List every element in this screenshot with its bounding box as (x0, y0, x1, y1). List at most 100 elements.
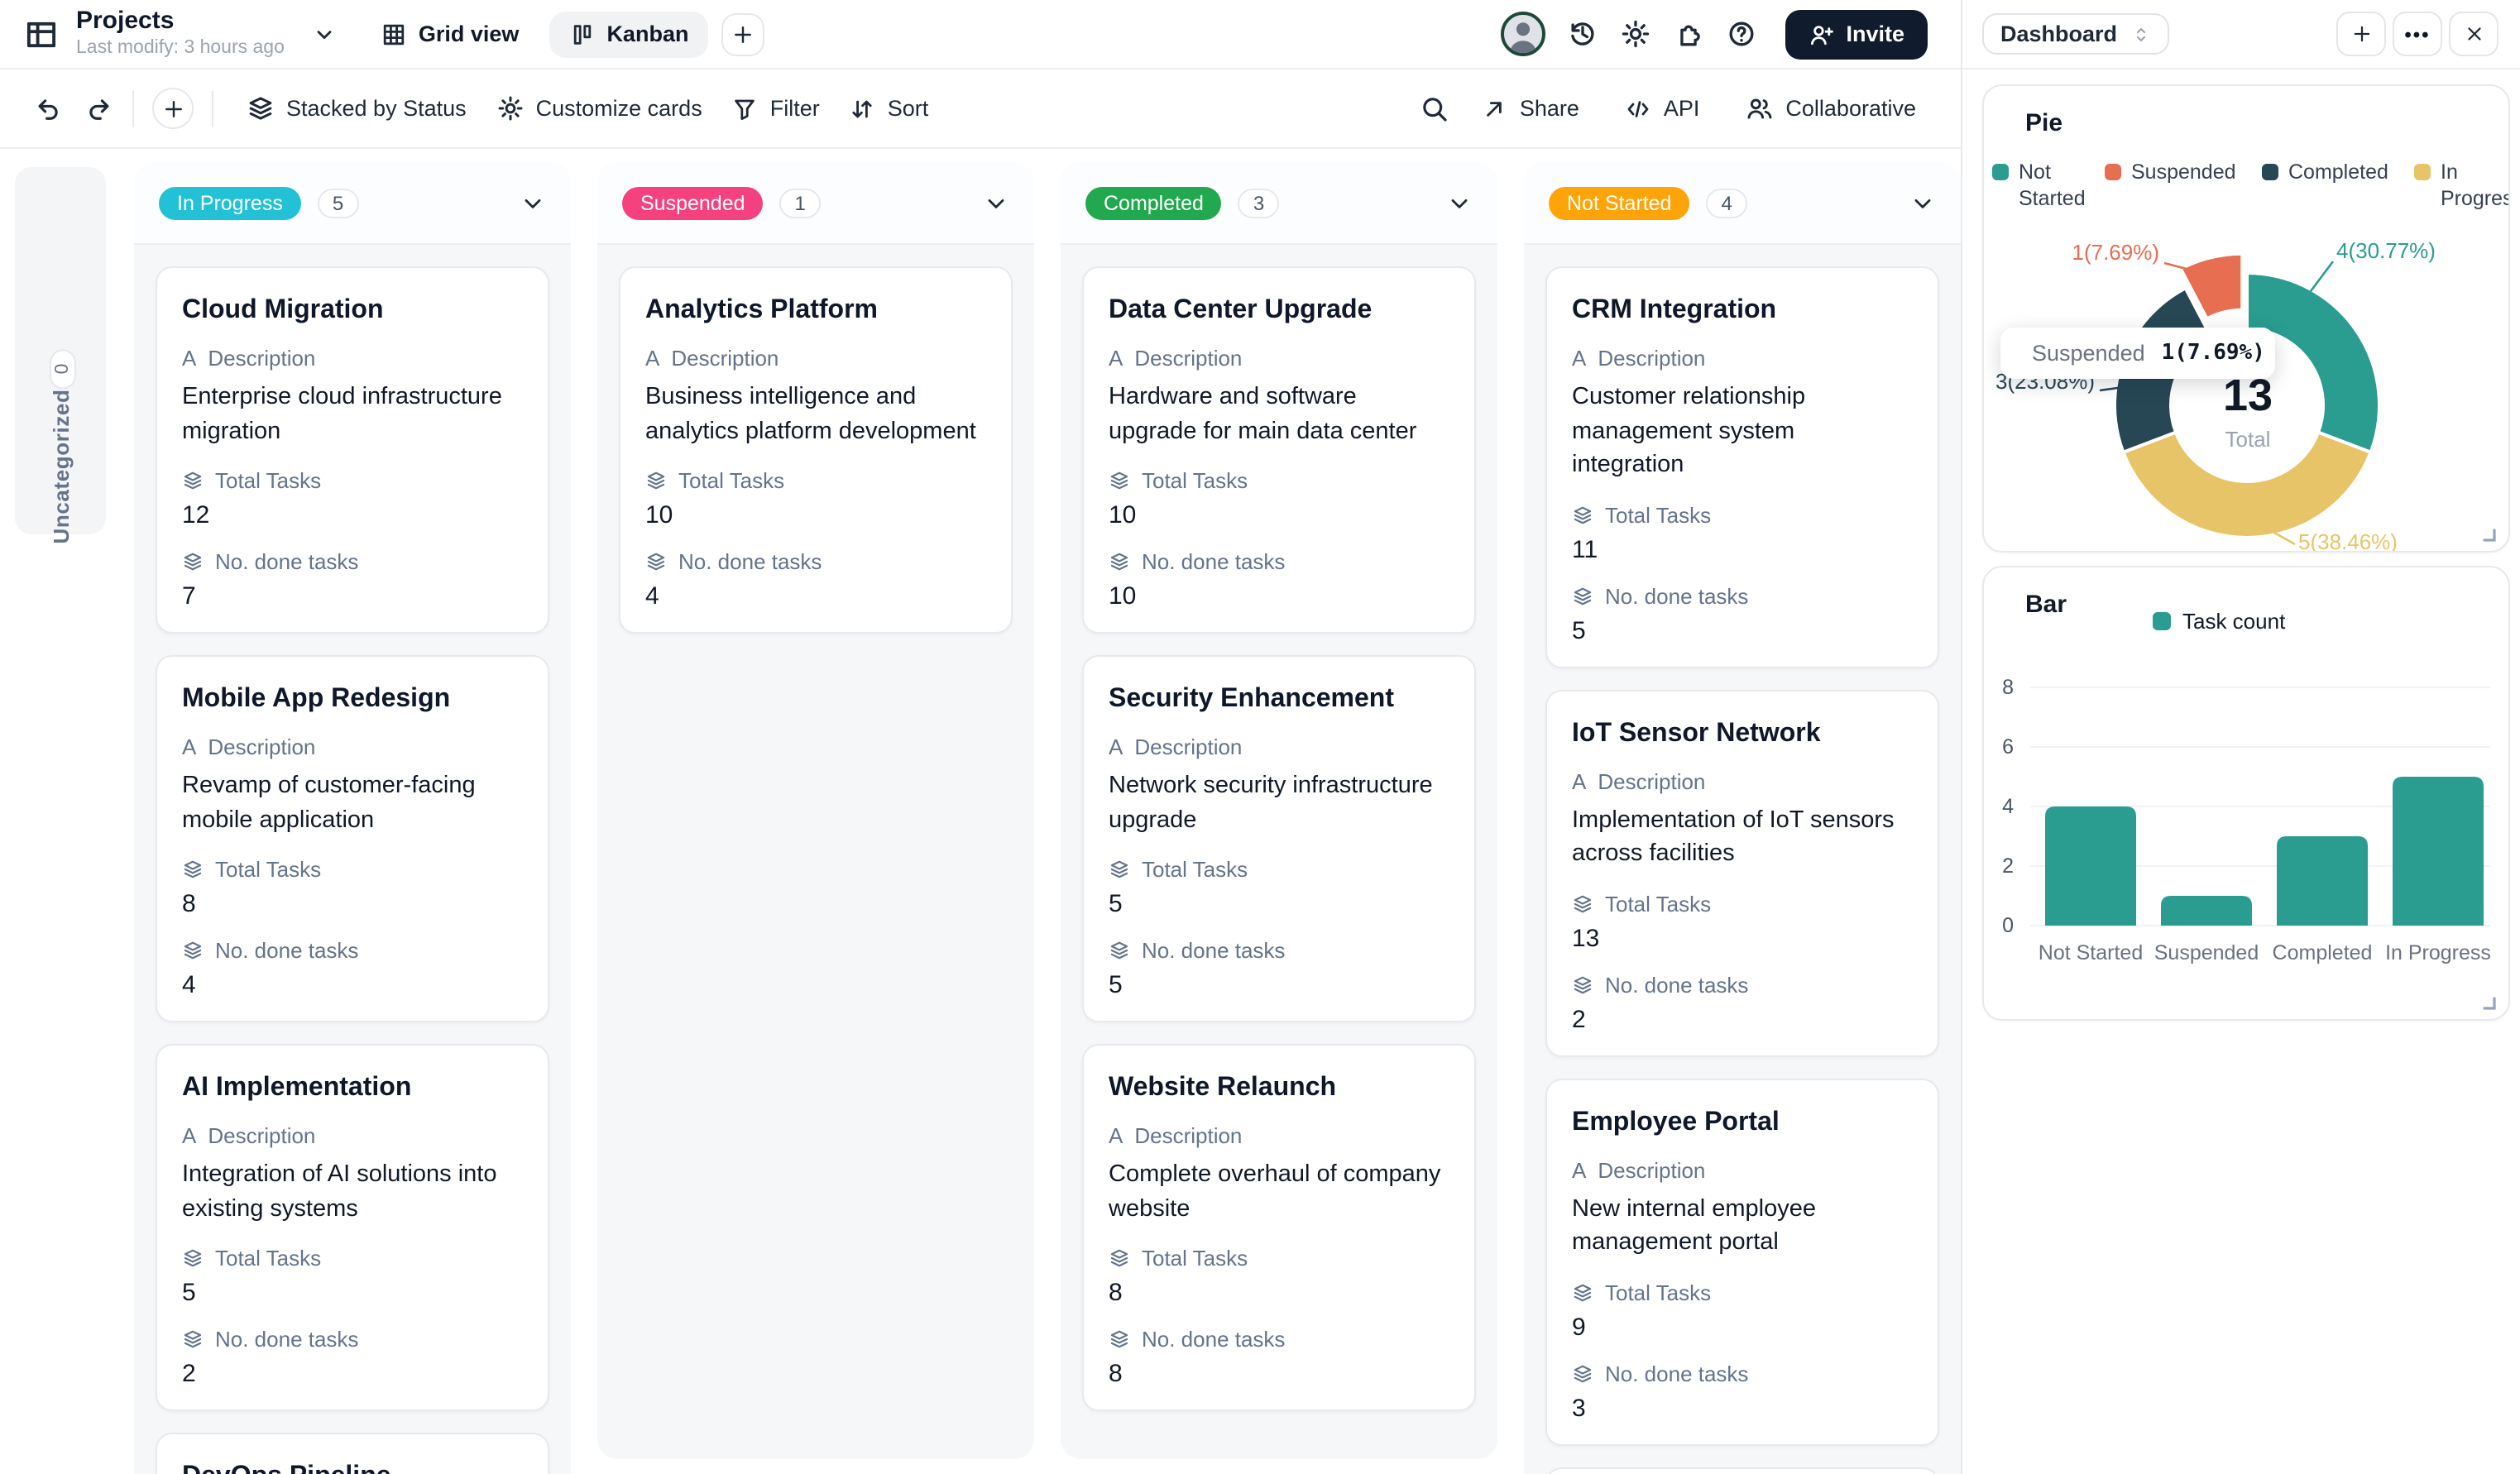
invite-button[interactable]: Invite (1785, 9, 1928, 59)
card-done-tasks: 8 (1109, 1361, 1449, 1389)
panel-header: Dashboard ••• (1962, 0, 2520, 69)
card-field-label: Total Tasks (1572, 892, 1913, 916)
kanban-column: Not Started4 CRM IntegrationADescriptionC… (1524, 162, 1961, 1474)
description-icon: A (1109, 736, 1123, 758)
page-title: Projects (76, 8, 285, 36)
filter-label: Filter (770, 96, 820, 121)
add-record-button[interactable] (152, 88, 194, 129)
layers-icon (1572, 504, 1593, 525)
kanban-card[interactable]: Employee PortalADescriptionNew internal … (1545, 1079, 1939, 1446)
share-button[interactable]: Share (1467, 85, 1594, 132)
card-field-label: No. done tasks (182, 1328, 523, 1352)
column-collapse-button[interactable] (520, 189, 546, 216)
column-collapse-button[interactable] (1446, 189, 1473, 216)
card-description: Integration of AI solutions into existin… (182, 1159, 523, 1227)
tab-grid-view[interactable]: Grid view (364, 11, 536, 57)
legend-item[interactable]: In Progress (2414, 159, 2510, 213)
card-field-label: Total Tasks (645, 468, 986, 493)
kanban-card[interactable]: AI ImplementationADescriptionIntegration… (156, 1045, 549, 1412)
api-button[interactable]: API (1611, 85, 1715, 132)
undo-icon[interactable] (33, 93, 63, 123)
layers-icon (182, 1248, 204, 1270)
pie-chart-card[interactable]: Pie Not StartedSuspendedCompletedIn Prog… (1982, 84, 2510, 553)
chevron-down-icon[interactable] (520, 189, 546, 216)
layers-icon (1572, 893, 1593, 915)
card-title: AI Implementation (182, 1074, 523, 1104)
kanban-card[interactable]: Security EnhancementADescriptionNetwork … (1082, 655, 1476, 1022)
chevron-down-icon[interactable] (311, 21, 338, 47)
kanban-card[interactable]: Data Center UpgradeADescriptionHardware … (1082, 266, 1476, 634)
column-header[interactable]: Suspended1 (597, 162, 1034, 245)
bar-chart-card[interactable]: Bar Task count 02468Not StartedSuspended… (1982, 566, 2510, 1021)
customize-cards-label: Customize cards (536, 96, 702, 121)
column-collapse-button[interactable] (983, 189, 1009, 216)
legend-item[interactable]: Suspended (2105, 159, 2217, 186)
kanban-card[interactable]: Website RelaunchADescriptionComplete ove… (1082, 1045, 1476, 1412)
kanban-card[interactable]: CRM IntegrationADescriptionCustomer rela… (1545, 266, 1939, 668)
view-title-block[interactable]: Projects Last modify: 3 hours ago (76, 8, 285, 60)
kanban-card[interactable]: IoT Sensor NetworkADescriptionImplementa… (1545, 689, 1939, 1056)
chevron-down-icon[interactable] (1909, 189, 1936, 216)
panel-close-button[interactable] (2449, 12, 2498, 56)
panel-add-button[interactable] (2336, 12, 2386, 56)
card-field-label: Total Tasks (182, 1247, 523, 1271)
add-view-button[interactable] (721, 12, 764, 55)
kanban-card[interactable]: DevOps PipelineADescription (156, 1433, 549, 1474)
bar-legend: Task count (2153, 609, 2285, 634)
column-header[interactable]: Not Started4 (1524, 162, 1961, 245)
dashboard-selector[interactable]: Dashboard (1982, 13, 2168, 55)
field-label-text: Total Tasks (215, 468, 321, 493)
tab-kanban[interactable]: Kanban (549, 11, 708, 57)
plugin-icon[interactable] (1672, 18, 1703, 50)
card-field-label: No. done tasks (1572, 1362, 1913, 1386)
bar-chart-title: Bar (2025, 591, 2067, 619)
bar[interactable] (2277, 836, 2368, 926)
help-icon[interactable] (1725, 18, 1756, 50)
field-label-text: Total Tasks (1142, 1247, 1248, 1271)
pie-chart: 4(30.77%)1(7.69%)3(23.08%)5(38.46%) (1984, 86, 2510, 553)
filter-button[interactable]: Filter (717, 85, 835, 132)
card-description: Customer relationship management system … (1572, 380, 1913, 482)
legend-label: In Progress (2441, 159, 2510, 213)
kanban-card[interactable]: API GatewayADescription (1545, 1467, 1939, 1474)
resize-handle-icon[interactable] (2479, 524, 2497, 543)
bar[interactable] (2161, 896, 2252, 926)
card-field-label: ADescription (1572, 768, 1913, 793)
column-header[interactable]: Completed3 (1061, 162, 1497, 245)
bar[interactable] (2393, 777, 2484, 926)
collaborative-button[interactable]: Collaborative (1731, 84, 1931, 132)
chevron-down-icon[interactable] (983, 189, 1009, 216)
card-title: Mobile App Redesign (182, 685, 523, 715)
legend-item[interactable]: Completed (2262, 159, 2374, 186)
resize-handle-icon[interactable] (2479, 993, 2497, 1011)
field-label-text: Description (208, 346, 315, 371)
chevron-down-icon[interactable] (1446, 189, 1473, 216)
uncategorized-stack[interactable]: 0 Uncategorized (15, 167, 106, 534)
kanban-card[interactable]: Analytics PlatformADescriptionBusiness i… (619, 266, 1013, 634)
avatar[interactable] (1500, 12, 1545, 56)
customize-cards-button[interactable]: Customize cards (481, 84, 717, 132)
stacked-by-button[interactable]: Stacked by Status (232, 84, 481, 132)
column-header[interactable]: In Progress5 (134, 162, 571, 245)
gear-icon[interactable] (1619, 18, 1650, 50)
column-collapse-button[interactable] (1909, 189, 1936, 216)
legend-item[interactable]: Not Started (1992, 159, 2105, 213)
card-field-label: ADescription (1109, 1124, 1449, 1149)
search-icon[interactable] (1420, 93, 1450, 123)
history-icon[interactable] (1566, 18, 1598, 50)
layers-icon (182, 470, 204, 491)
bar[interactable] (2045, 806, 2136, 926)
redo-icon[interactable] (84, 93, 114, 123)
last-modified: Last modify: 3 hours ago (76, 39, 285, 60)
card-done-tasks: 2 (1572, 1006, 1913, 1034)
field-label-text: Total Tasks (1142, 858, 1248, 883)
layers-icon (182, 551, 204, 572)
panel-more-button[interactable]: ••• (2393, 12, 2442, 56)
card-total-tasks: 9 (1572, 1314, 1913, 1342)
layers-icon (1109, 470, 1130, 491)
field-label-text: Description (1134, 735, 1242, 759)
kanban-card[interactable]: Mobile App RedesignADescriptionRevamp of… (156, 655, 549, 1022)
card-total-tasks: 11 (1572, 535, 1913, 563)
kanban-card[interactable]: Cloud MigrationADescriptionEnterprise cl… (156, 266, 549, 634)
sort-button[interactable]: Sort (835, 85, 944, 132)
